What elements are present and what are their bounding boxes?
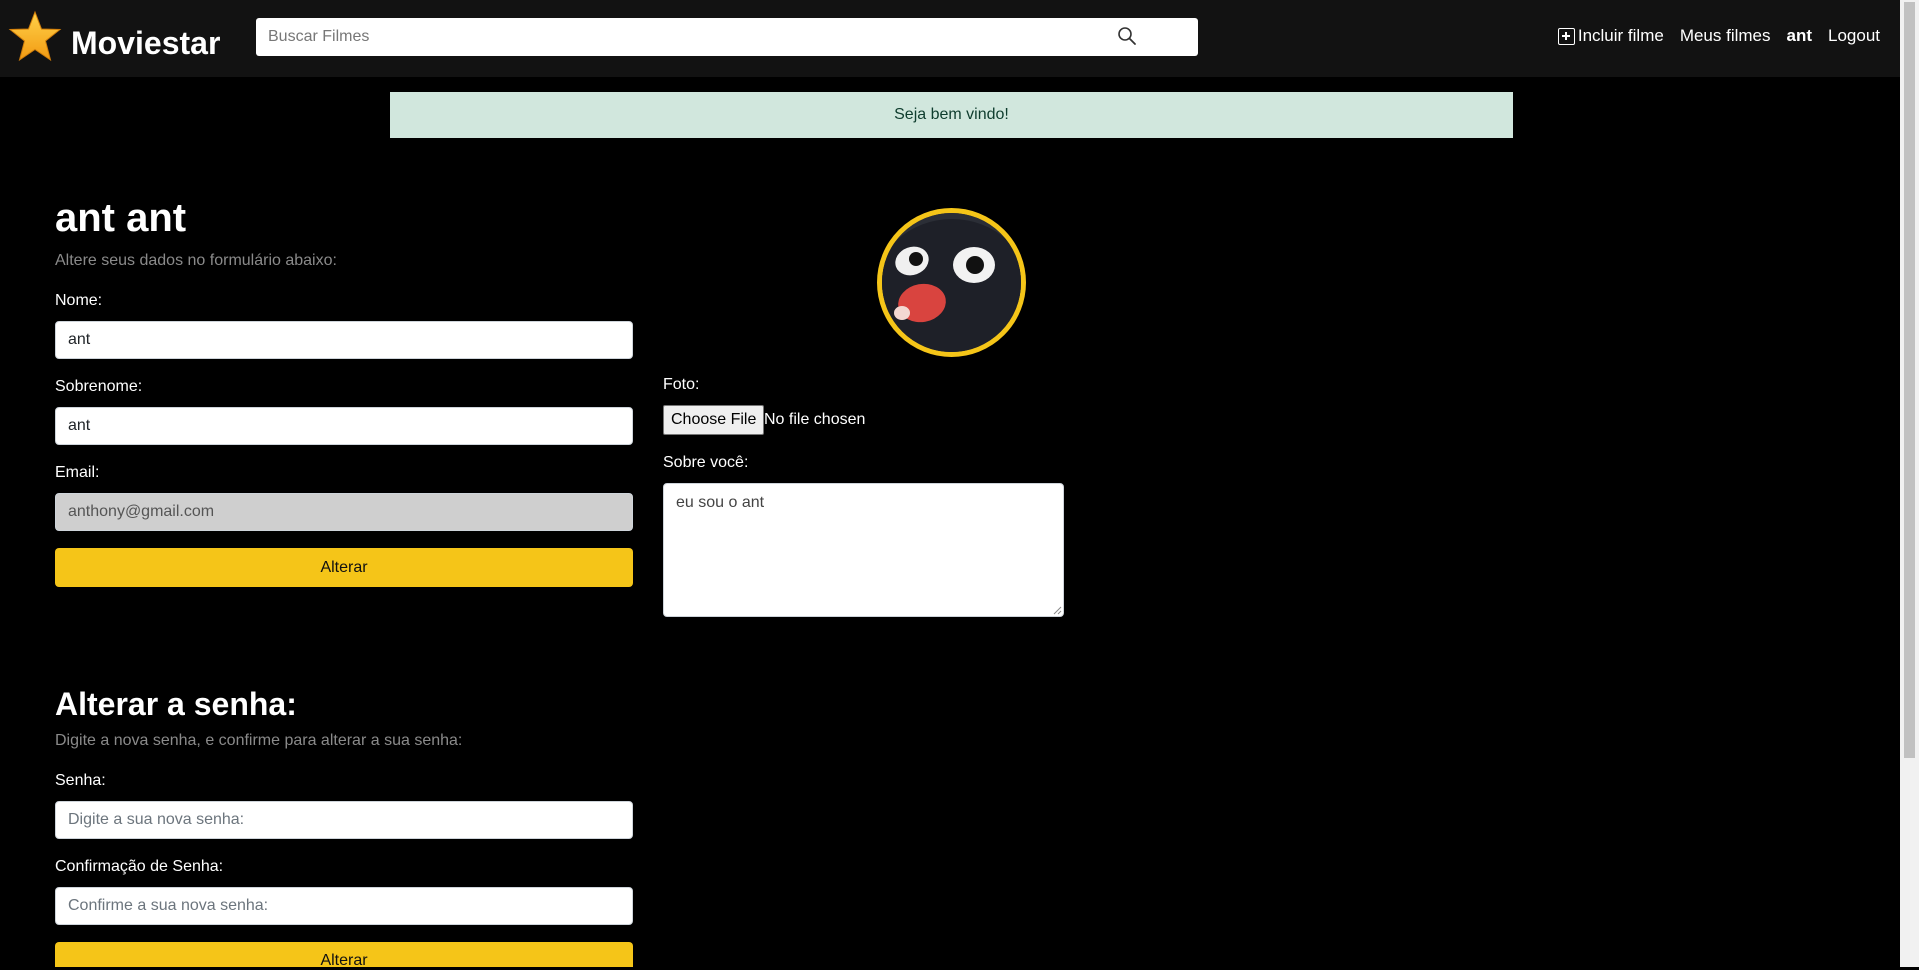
brand-name: Moviestar (71, 25, 221, 61)
email-label: Email: (55, 464, 100, 481)
avatar (877, 208, 1026, 357)
file-status: No file chosen (764, 411, 866, 428)
surname-field[interactable] (55, 407, 633, 445)
password-field[interactable] (55, 801, 633, 839)
welcome-alert: Seja bem vindo! (390, 92, 1513, 138)
search-icon (1118, 26, 1136, 45)
alert-message: Seja bem vindo! (894, 106, 1009, 123)
logout-link[interactable]: Logout (1828, 26, 1880, 46)
confirm-password-field[interactable] (55, 887, 633, 925)
star-logo-icon (8, 10, 62, 62)
search-input[interactable] (256, 18, 1136, 56)
scrollbar-thumb[interactable] (1904, 2, 1915, 758)
user-profile-link[interactable]: ant (1787, 26, 1813, 46)
profile-subtitle: Altere seus dados no formulário abaixo: (55, 252, 337, 269)
add-movie-link[interactable]: Incluir filme (1557, 26, 1664, 46)
nav-links: Incluir filme Meus filmes ant Logout (1542, 26, 1880, 46)
choose-file-button[interactable]: Choose File (663, 405, 765, 435)
navbar: Moviestar Incluir filme Meus filmes ant … (0, 0, 1900, 77)
search-button[interactable] (1114, 24, 1140, 50)
resize-grip-icon[interactable] (1053, 606, 1062, 615)
name-label: Nome: (55, 292, 103, 309)
name-field[interactable] (55, 321, 633, 359)
email-field (55, 493, 633, 531)
search-bar (256, 18, 1198, 56)
photo-label: Foto: (663, 376, 700, 393)
update-password-button[interactable]: Alterar (55, 942, 633, 969)
plus-square-icon (1557, 27, 1575, 45)
my-movies-link[interactable]: Meus filmes (1680, 26, 1771, 46)
password-label: Senha: (55, 772, 106, 789)
page-scrollbar[interactable] (1900, 0, 1919, 967)
brand-link[interactable]: Moviestar (8, 10, 220, 64)
profile-title: ant ant (55, 196, 187, 240)
password-section-title: Alterar a senha: (55, 686, 297, 722)
add-movie-label: Incluir filme (1577, 26, 1664, 45)
avatar-image (882, 213, 1021, 352)
surname-label: Sobrenome: (55, 378, 143, 395)
bio-label: Sobre você: (663, 454, 749, 471)
update-profile-button[interactable]: Alterar (55, 548, 633, 587)
password-section-subtitle: Digite a nova senha, e confirme para alt… (55, 732, 463, 749)
bio-textarea[interactable]: eu sou o ant (663, 483, 1064, 617)
confirm-password-label: Confirmação de Senha: (55, 858, 224, 875)
